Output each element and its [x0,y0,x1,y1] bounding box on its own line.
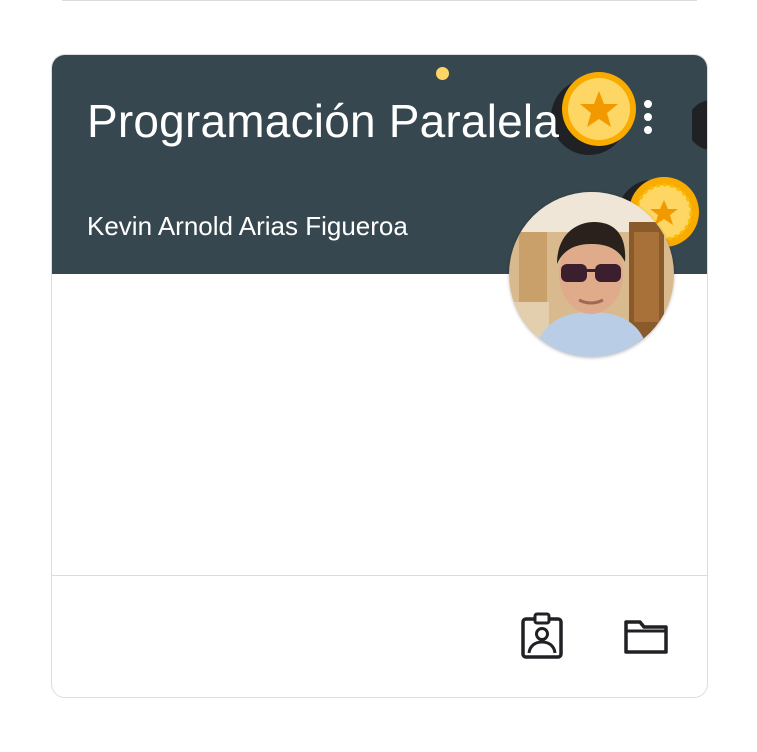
open-portfolio-button[interactable] [518,612,566,660]
card-footer [52,575,707,697]
dark-arc-artwork [692,100,707,150]
teacher-avatar [509,192,674,357]
teacher-name: Kevin Arnold Arias Figueroa [87,211,408,241]
course-card[interactable]: Programación Paralela Kevin Arnold Arias… [51,54,708,698]
folder-icon [624,620,668,654]
course-title[interactable]: Programación Paralela [87,93,577,149]
top-divider [62,0,697,1]
decorative-dot [436,67,449,80]
open-folder-button[interactable] [622,612,670,660]
assignment-ind-icon [521,612,563,659]
more-options-button[interactable] [632,93,664,141]
more-vert-icon-dot [644,126,652,134]
more-vert-icon-dot [644,113,652,121]
more-vert-icon [644,100,652,108]
